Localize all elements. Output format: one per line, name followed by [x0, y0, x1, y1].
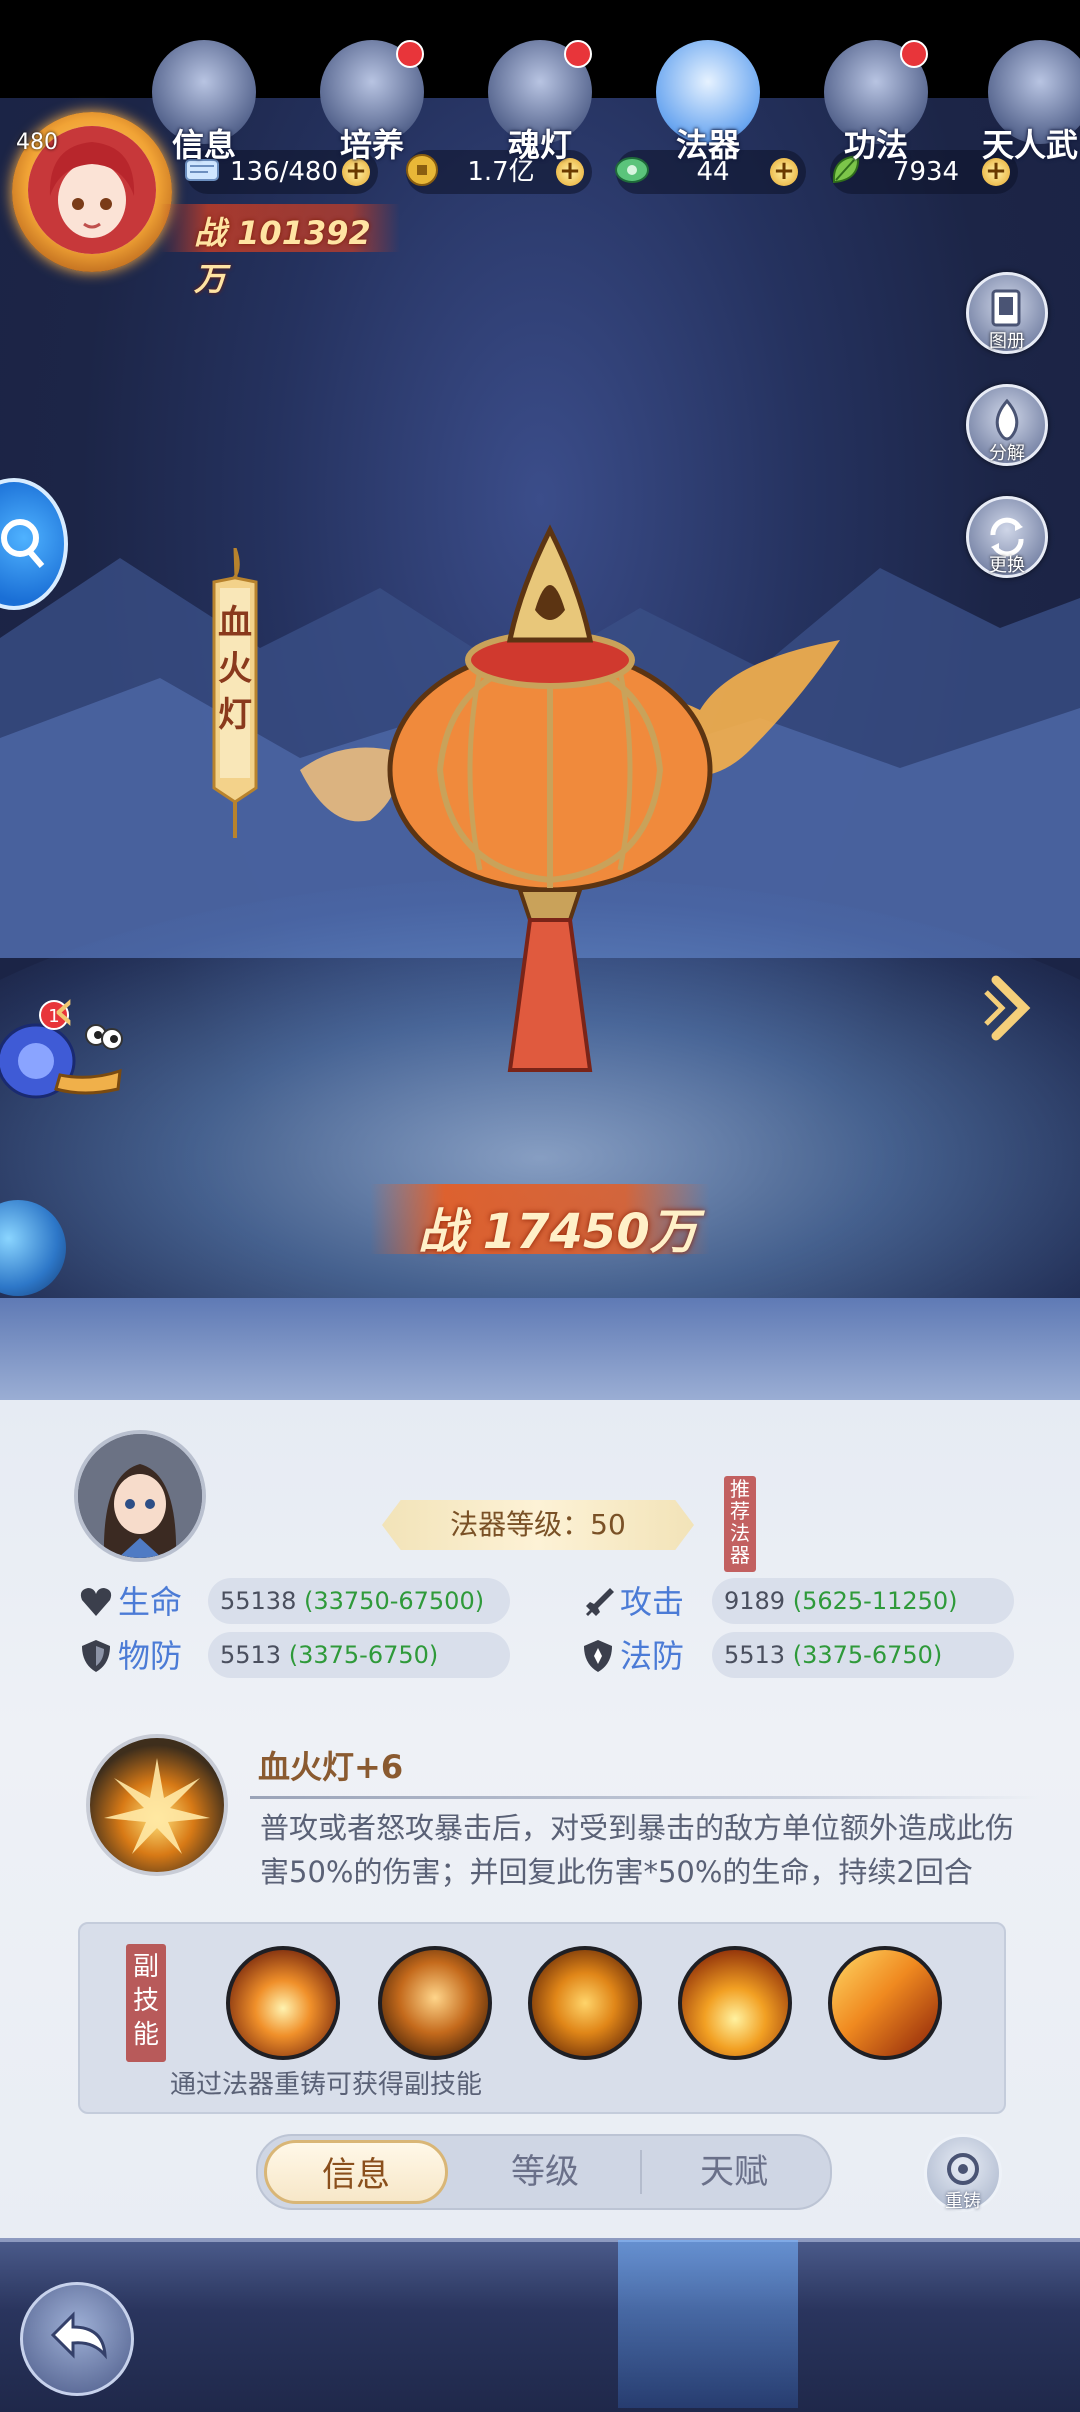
- mdef-value: 5513 (3375-6750): [712, 1632, 1014, 1678]
- heart-icon: [80, 1588, 112, 1616]
- sub-skill-slot-5[interactable]: [828, 1946, 942, 2060]
- pdef-label: 物防: [118, 1637, 183, 1675]
- nav-tianren[interactable]: 天人武: [980, 40, 1080, 166]
- next-artifact-arrow[interactable]: [980, 968, 1040, 1048]
- artifact-name: 血火灯: [206, 600, 264, 738]
- blood-fire-lantern: [300, 524, 840, 1072]
- search-bubble-button[interactable]: [0, 478, 68, 610]
- mdef-number: 5513: [724, 1641, 786, 1669]
- mdef-range: (3375-6750): [792, 1641, 943, 1669]
- detail-tabs: 信息 等级 天赋: [256, 2134, 832, 2210]
- back-arrow-icon: [50, 2311, 107, 2360]
- skill-divider: [250, 1796, 1040, 1799]
- search-icon: [1, 519, 45, 568]
- back-button[interactable]: [20, 2282, 134, 2396]
- player-power-banner: 战 101392万: [160, 204, 400, 298]
- main-skill-icon[interactable]: [86, 1734, 228, 1876]
- nav-info[interactable]: 信息: [144, 40, 264, 166]
- tab-talent[interactable]: 天赋: [642, 2136, 826, 2208]
- artifact-level: 法器等级：50: [382, 1500, 694, 1550]
- player-level: 480: [16, 130, 58, 155]
- owner-avatar[interactable]: [74, 1430, 206, 1562]
- nav-active-highlight: [618, 2240, 798, 2408]
- nav-soul-lamp-badge: [564, 40, 592, 68]
- nav-train-label: 培养: [339, 126, 404, 164]
- hp-value: 55138 (33750-67500): [208, 1578, 510, 1624]
- add-jade-button[interactable]: +: [770, 158, 798, 186]
- sub-skill-slot-2[interactable]: [378, 1946, 492, 2060]
- recommend-tag: 推荐法器: [724, 1476, 756, 1572]
- shield-icon: [82, 1640, 110, 1672]
- artifact-power-banner: 战 17450万: [370, 1184, 710, 1260]
- nav-tianren-label: 天人武: [982, 126, 1079, 164]
- tab-level[interactable]: 等级: [450, 2136, 640, 2208]
- replace-button[interactable]: 更换: [966, 496, 1048, 578]
- sub-skill-slot-3[interactable]: [528, 1946, 642, 2060]
- attack-value: 9189 (5625-11250): [712, 1578, 1014, 1624]
- pdef-range: (3375-6750): [288, 1641, 439, 1669]
- mdef-label: 法防: [620, 1637, 685, 1675]
- owner-portrait: [78, 1434, 202, 1558]
- attack-number: 9189: [724, 1587, 786, 1615]
- pdef-number: 5513: [220, 1641, 282, 1669]
- sub-skill-slot-1[interactable]: [226, 1946, 340, 2060]
- prev-artifact-arrow[interactable]: ‹: [52, 975, 92, 1045]
- player-power: 战 101392万: [194, 214, 371, 298]
- decompose-button[interactable]: 分解: [966, 384, 1048, 466]
- sub-skill-tag-text: 副技能: [132, 1952, 159, 2050]
- sub-skill-note: 通过法器重铸可获得副技能: [170, 2070, 483, 2100]
- bottom-nav: [0, 2238, 1080, 2412]
- recast-button[interactable]: 重铸: [924, 2134, 1002, 2212]
- sub-skill-slot-4[interactable]: [678, 1946, 792, 2060]
- nav-soul-lamp[interactable]: 魂灯: [480, 40, 600, 166]
- sword-icon: [586, 1588, 614, 1616]
- recommend-text: 推荐法器: [730, 1477, 750, 1567]
- recast-label: 重铸: [945, 2191, 981, 2212]
- artifact-name-text: 血火灯: [218, 603, 252, 735]
- nav-info-label: 信息: [171, 126, 236, 164]
- nav-technique[interactable]: 功法: [816, 40, 936, 166]
- album-label: 图册: [989, 331, 1025, 352]
- skill-description: 普攻或者怒攻暴击后，对受到暴击的敌方单位额外造成此伤害50%的伤害；并回复此伤害…: [260, 1811, 1015, 1889]
- nav-train[interactable]: 培养: [312, 40, 432, 166]
- hp-number: 55138: [220, 1587, 297, 1615]
- sub-skill-tag: 副技能: [126, 1944, 166, 2062]
- magic-shield-icon: [584, 1640, 612, 1672]
- attack-range: (5625-11250): [792, 1587, 958, 1615]
- hp-label: 生命: [118, 1583, 183, 1621]
- skill-name: 血火灯+6: [258, 1748, 404, 1786]
- album-button[interactable]: 图册: [966, 272, 1048, 354]
- artifact-power: 战 17450万: [418, 1204, 698, 1260]
- decompose-label: 分解: [989, 443, 1025, 464]
- nav-train-badge: [396, 40, 424, 68]
- nav-artifact-label: 法器: [675, 126, 740, 164]
- tab-info[interactable]: 信息: [264, 2140, 448, 2204]
- nav-technique-label: 功法: [843, 126, 908, 164]
- hp-range: (33750-67500): [304, 1587, 485, 1615]
- pdef-value: 5513 (3375-6750): [208, 1632, 510, 1678]
- replace-label: 更换: [989, 555, 1025, 576]
- attack-label: 攻击: [620, 1583, 685, 1621]
- nav-soul-lamp-label: 魂灯: [507, 126, 572, 164]
- nav-technique-badge: [900, 40, 928, 68]
- nav-artifact[interactable]: 法器: [648, 40, 768, 166]
